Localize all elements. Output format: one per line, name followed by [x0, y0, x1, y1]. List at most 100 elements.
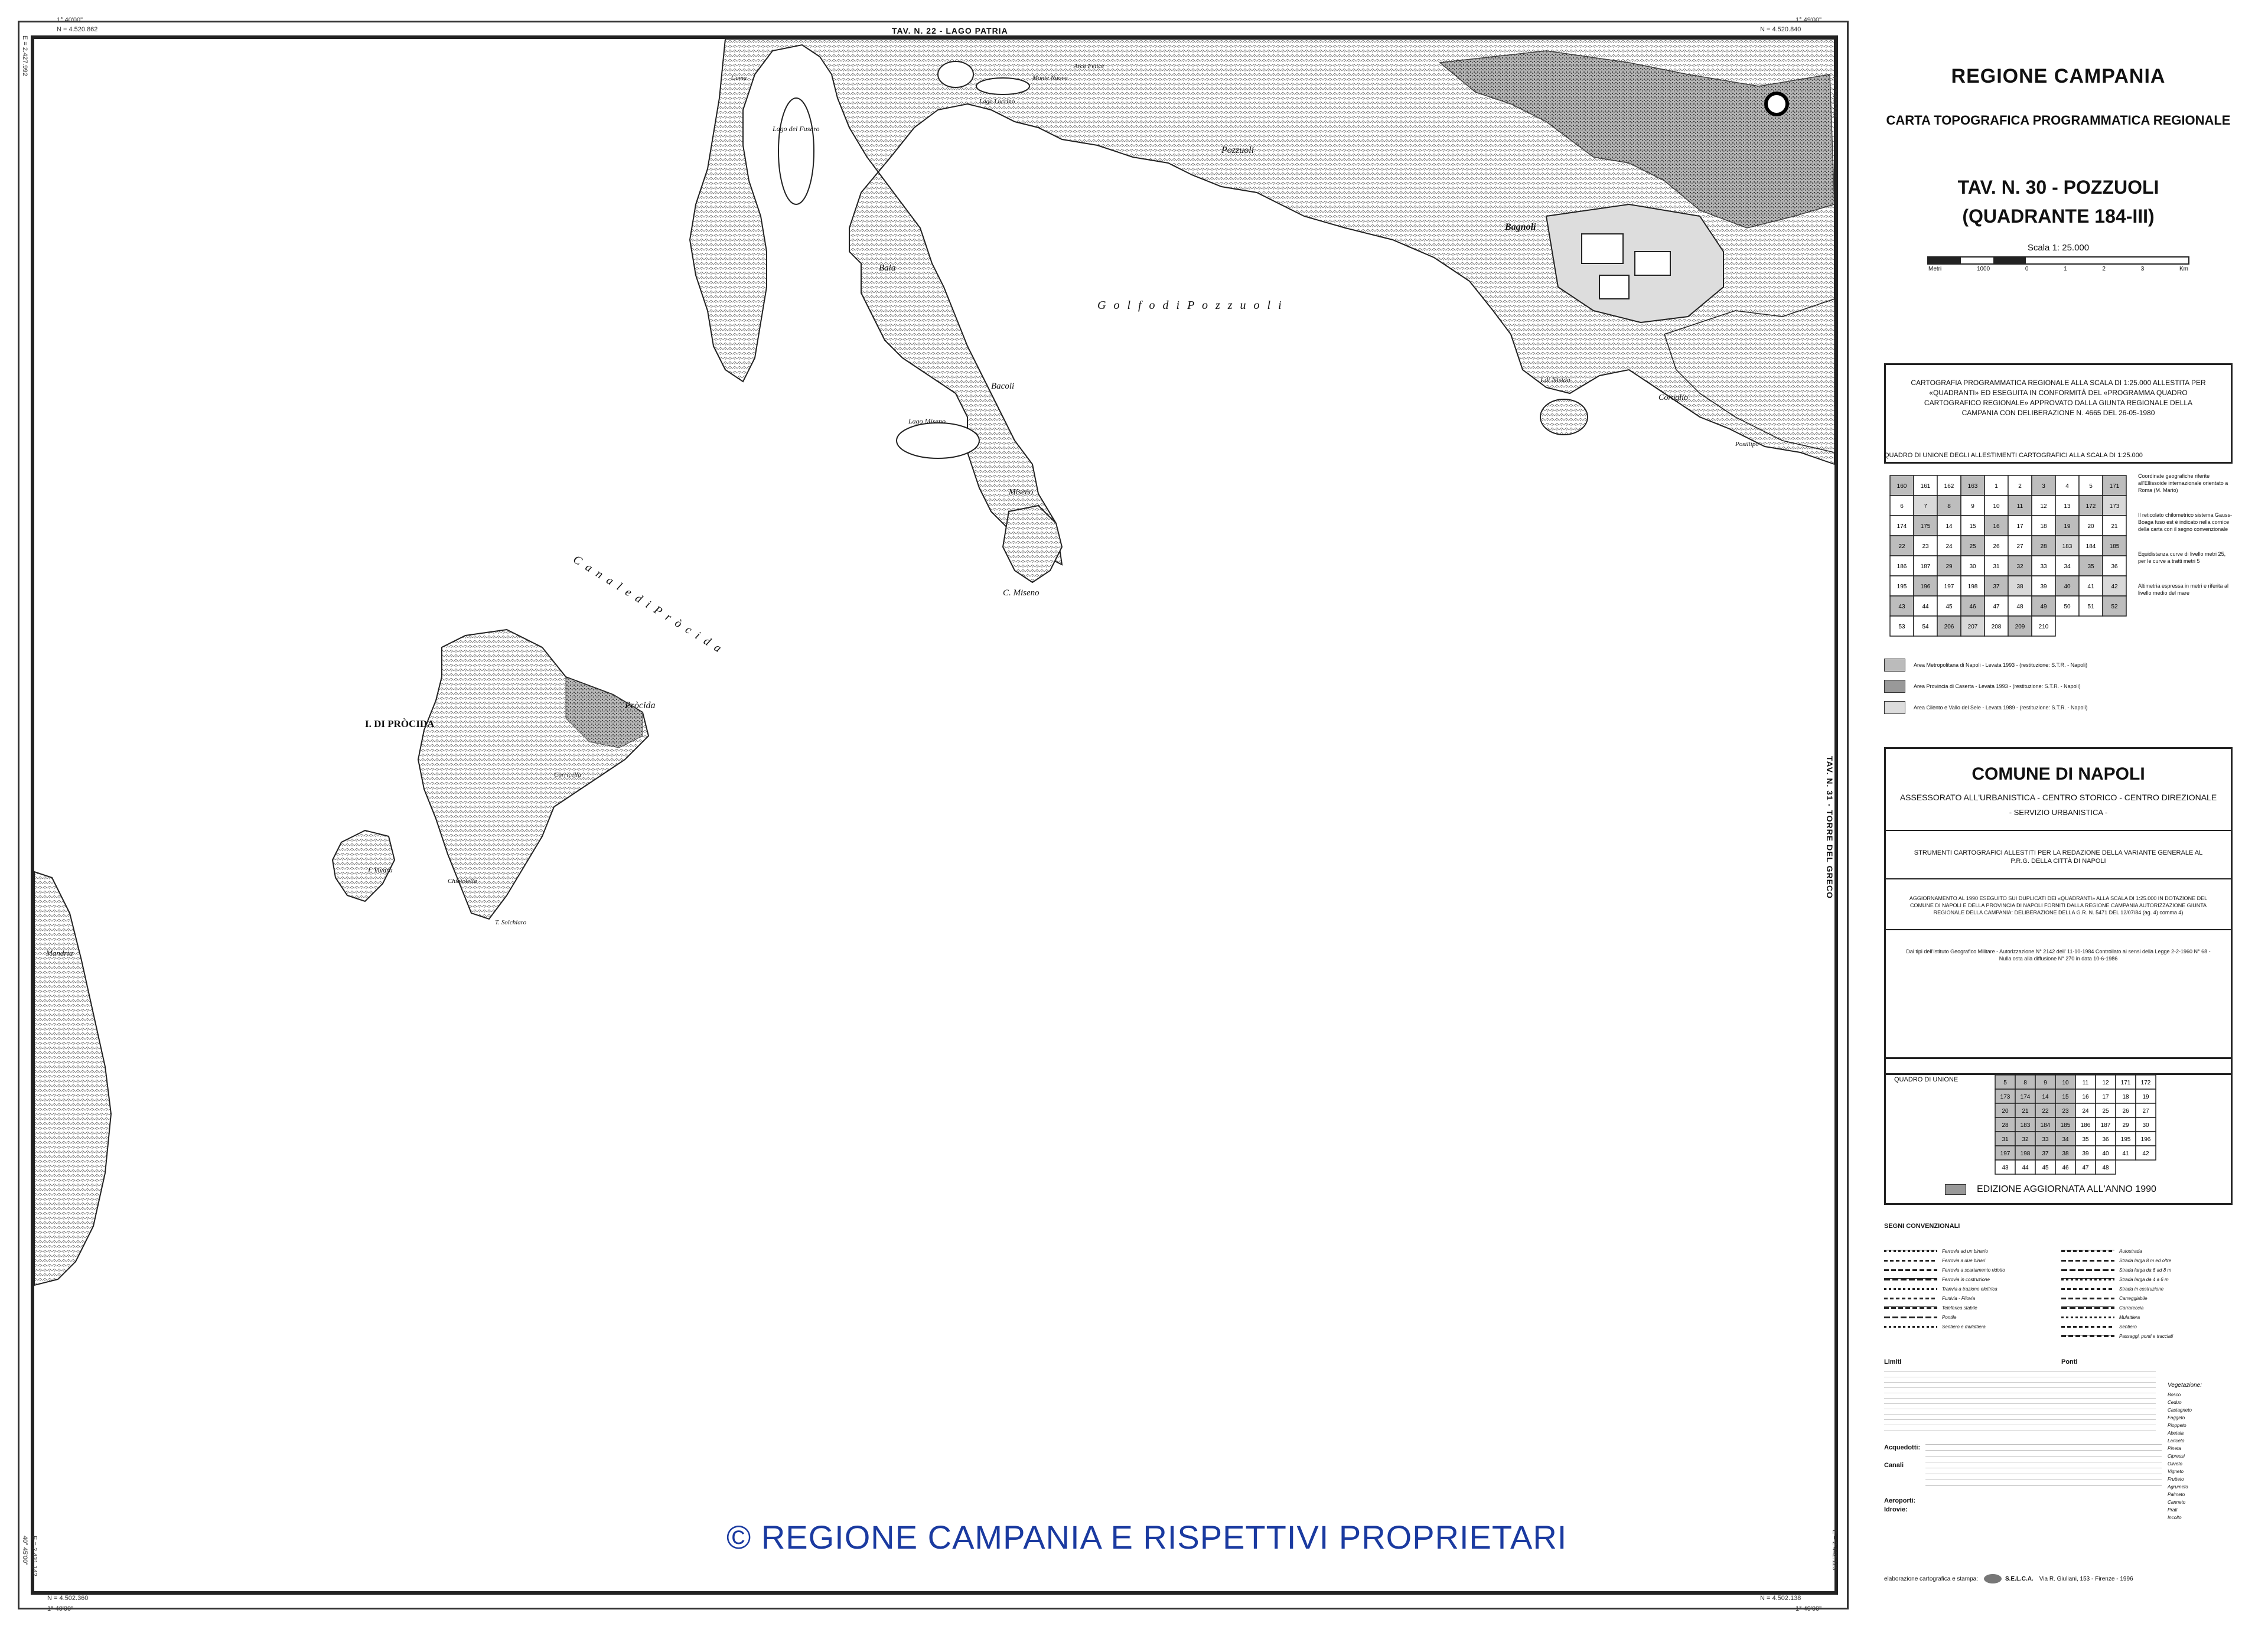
quadro-cell-number: 21: [2111, 523, 2118, 530]
unione-cell-number: 198: [2021, 1151, 2031, 1157]
unione-cell-number: 40: [2102, 1151, 2109, 1157]
quadro-note: Altimetria espressa in metri e riferita …: [2138, 583, 2229, 596]
quadro-cell-number: 29: [1946, 563, 1953, 570]
unione-cell-number: 195: [2121, 1136, 2131, 1143]
segni-label: Ferrovia ad un binario: [1942, 1248, 1988, 1254]
quadro-cell-number: 24: [1946, 543, 1953, 550]
coord-bottom-right-deg: 1° 49'00": [1795, 1605, 1822, 1612]
scale-label: Scala 1: 25.000: [2027, 243, 2090, 253]
label-vivara: I. Vivara: [368, 866, 393, 874]
printer-credit: elaborazione cartografica e stampa: S.E.…: [1884, 1574, 2215, 1583]
quadro-cell-number: 3: [2042, 483, 2045, 490]
vegetazione-item: Oliveto: [2168, 1461, 2182, 1467]
label-bacoli: Bacoli: [991, 382, 1015, 391]
segni-label: Passaggi, ponti e tracciati: [2119, 1333, 2174, 1339]
label-bagnoli: Bagnoli: [1505, 222, 1536, 232]
vegetazione-item: Castagneto: [2168, 1407, 2192, 1413]
limiti-label: Limiti: [1884, 1358, 1902, 1366]
signs-block-2: [1925, 1444, 2162, 1491]
unione-cell-number: 25: [2102, 1108, 2109, 1115]
quadro-cell-number: 40: [2064, 584, 2071, 590]
quadro-note: Il reticolato chilometrico sistema Gauss…: [2138, 512, 2233, 532]
label-cuma: Cuma: [731, 74, 747, 82]
segni-symbol: [1884, 1316, 1937, 1318]
vegetazione-item: Lariceto: [2168, 1438, 2185, 1444]
area-legend-item: Area Cilento e Vallo del Sele - Levata 1…: [1884, 701, 2233, 714]
unione-cell-number: 197: [2000, 1151, 2010, 1157]
assessorato: ASSESSORATO ALL'URBANISTICA - CENTRO STO…: [1899, 793, 2217, 802]
quadro-cell-number: 185: [2110, 543, 2120, 550]
segni-symbol: [1884, 1278, 1937, 1280]
unione-cell-number: 31: [2002, 1136, 2009, 1143]
aggiornamento-text: AGGIORNAMENTO AL 1990 ESEGUITO SUI DUPLI…: [1909, 895, 2208, 915]
unione-cell-number: 28: [2002, 1122, 2009, 1129]
segni-label: Mulattiera: [2119, 1314, 2140, 1320]
quadro-cell-number: 47: [1993, 604, 2000, 610]
area-swatch: [1884, 659, 1905, 672]
label-mandria: Mandria: [46, 949, 73, 957]
segni-symbol: [1884, 1250, 1937, 1252]
edizione-swatch: [1945, 1184, 1966, 1195]
vegetazione-item: Faggeto: [2168, 1415, 2185, 1420]
quadro-cell-number: 198: [1968, 584, 1978, 590]
servizio: - SERVIZIO URBANISTICA -: [2009, 808, 2108, 817]
scale-tick: Km: [2179, 266, 2188, 272]
unione-cell-number: 196: [2141, 1136, 2151, 1143]
scale-tick: 0: [2025, 266, 2029, 272]
unione-cell-number: 29: [2122, 1122, 2129, 1129]
quadro-cell-number: 20: [2087, 523, 2094, 530]
quadro-cell-number: 53: [1898, 624, 1905, 630]
unione-cell-number: 30: [2142, 1122, 2149, 1129]
vegetazione-item: Incolto: [2168, 1515, 2182, 1520]
segni-symbol: [2061, 1250, 2114, 1252]
unione-cell-number: 172: [2141, 1080, 2151, 1086]
scale-bar: [1927, 256, 2189, 265]
unione-title: QUADRO DI UNIONE: [1894, 1076, 1959, 1083]
label-golfo: G o l f o d i P o z z u o l i: [1097, 299, 1284, 312]
quadro-note: Equidistanza curve di livello metri 25, …: [2138, 551, 2226, 564]
quadro-cell-number: 35: [2087, 563, 2094, 570]
unione-grid: 5 8 9 10 11 12 171 172 173 174 14 15 16 17 18 19 20 21 22 2…: [1995, 1074, 2156, 1175]
unione-cell-number: 15: [2062, 1094, 2069, 1100]
quadro-cell-number: 46: [1969, 604, 1976, 610]
unione-cell-number: 185: [2061, 1122, 2071, 1129]
vegetazione-item: Abetaia: [2168, 1431, 2184, 1436]
label-arco-felice: Arco Felice: [1074, 63, 1104, 70]
quadro-cell-number: 4: [2065, 483, 2069, 490]
unione-cell-number: 10: [2062, 1080, 2069, 1086]
scale-tick: 1000: [1976, 266, 1990, 272]
lago-averno: [937, 61, 974, 88]
segni-label: Ferrovia a scartamento ridotto: [1942, 1267, 2005, 1273]
quadro-cell-number: 12: [2040, 503, 2047, 510]
quadro-cell-number: 33: [2040, 563, 2047, 570]
segni-symbol: [2061, 1316, 2114, 1318]
segni-symbol: [2061, 1269, 2114, 1271]
quadro-cell-number: 48: [2016, 604, 2023, 610]
vegetazione-item: Cipressi: [2168, 1454, 2185, 1459]
quadro-cell-number: 8: [1947, 503, 1951, 510]
quadro-cell-number: 25: [1969, 543, 1976, 550]
region-title: REGIONE CAMPANIA: [1951, 65, 2166, 87]
coord-bottom-left-n: N = 4.502.360: [47, 1595, 89, 1602]
quadro-cell-number: 206: [1944, 624, 1954, 630]
segni-symbol: [2061, 1288, 2114, 1290]
quadro-cell-number: 183: [2062, 543, 2073, 550]
vegetazione-item: Pineta: [2168, 1446, 2181, 1451]
idrovie-label: Idrovie:: [1884, 1506, 1908, 1513]
label-posillipo: Posillipo: [1735, 441, 1759, 448]
quadro-cell-number: 195: [1897, 584, 1907, 590]
cartografia-text: CARTOGRAFIA PROGRAMMATICA REGIONALE ALLA…: [1911, 379, 2206, 417]
unione-cell-number: 39: [2082, 1151, 2089, 1157]
segni-item: Ferrovia ad un binario: [1884, 1246, 2055, 1256]
segni-item: Carreggiabile: [2061, 1293, 2238, 1303]
segni-label: Sentiero: [2119, 1324, 2137, 1330]
quadro-cell-number: 184: [2086, 543, 2096, 550]
quadro-cell-number: 174: [1897, 523, 1907, 530]
coord-top-right-deg: 1° 49'00": [1795, 17, 1822, 24]
quadro-cell-number: 5: [2089, 483, 2093, 490]
segni-label: Tranvia a trazione elettrica: [1942, 1286, 1997, 1292]
label-coroglio: Coroglio: [1658, 393, 1689, 402]
quadro-cell-number: 209: [2015, 624, 2025, 630]
top-adjacent-sheet-label: TAV. N. 22 - LAGO PATRIA: [892, 26, 1008, 35]
segni-section: SEGNI CONVENZIONALI Ferrovia ad un binar…: [1884, 1223, 2238, 1553]
